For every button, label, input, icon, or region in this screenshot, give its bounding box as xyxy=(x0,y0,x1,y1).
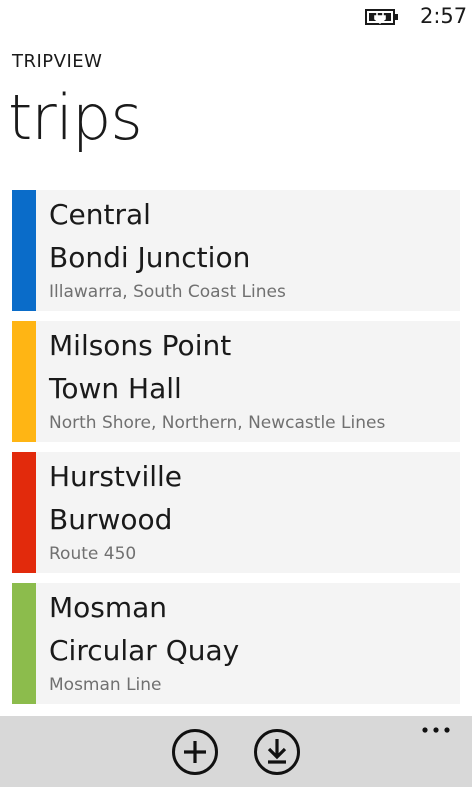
status-bar: 2:57 xyxy=(0,0,472,34)
trip-list: Central Bondi Junction Illawarra, South … xyxy=(12,190,460,714)
trip-color-bar xyxy=(12,321,36,442)
download-icon[interactable] xyxy=(253,728,301,776)
trip-color-bar xyxy=(12,583,36,704)
trip-item-central-bondi[interactable]: Central Bondi Junction Illawarra, South … xyxy=(12,190,460,311)
trip-item-hurstville-burwood[interactable]: Hurstville Burwood Route 450 xyxy=(12,452,460,573)
app-bar xyxy=(0,716,472,787)
trip-line: Route 450 xyxy=(49,544,137,564)
trip-origin: Hurstville xyxy=(49,460,183,493)
trip-item-mosman-circularquay[interactable]: Mosman Circular Quay Mosman Line xyxy=(12,583,460,704)
more-icon[interactable] xyxy=(418,720,454,740)
trip-line: North Shore, Northern, Newcastle Lines xyxy=(49,413,386,433)
app-name: TRIPVIEW xyxy=(12,51,103,72)
trip-destination: Burwood xyxy=(49,503,173,536)
battery-charging-icon xyxy=(365,9,398,25)
page-title: trips xyxy=(8,81,143,154)
add-icon[interactable] xyxy=(171,728,219,776)
trip-line: Illawarra, South Coast Lines xyxy=(49,282,286,302)
trip-line: Mosman Line xyxy=(49,675,162,695)
trip-color-bar xyxy=(12,452,36,573)
trip-destination: Bondi Junction xyxy=(49,241,251,274)
status-time: 2:57 xyxy=(420,4,468,28)
trip-origin: Mosman xyxy=(49,591,168,624)
trip-destination: Circular Quay xyxy=(49,634,240,667)
trip-destination: Town Hall xyxy=(49,372,182,405)
trip-origin: Central xyxy=(49,198,151,231)
trip-origin: Milsons Point xyxy=(49,329,232,362)
trip-color-bar xyxy=(12,190,36,311)
trip-item-milsons-townhall[interactable]: Milsons Point Town Hall North Shore, Nor… xyxy=(12,321,460,442)
